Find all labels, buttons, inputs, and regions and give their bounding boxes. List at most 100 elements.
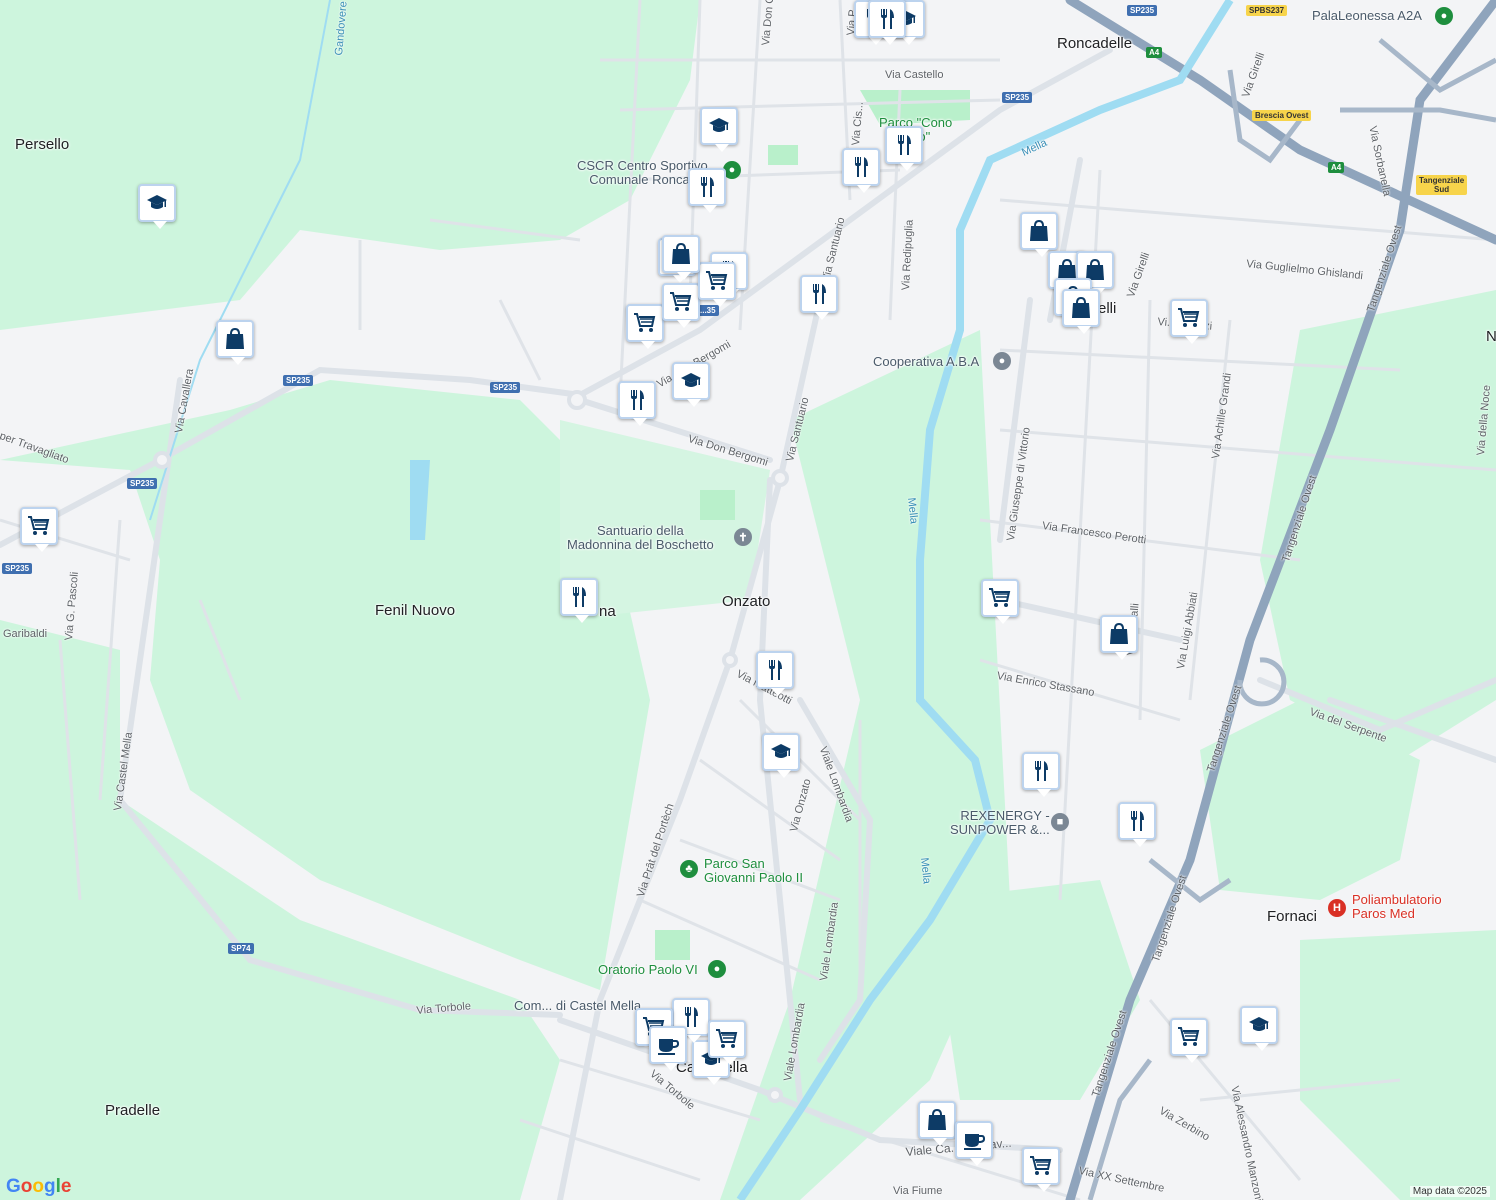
- restaurant-pin[interactable]: [618, 381, 656, 426]
- shopping-cart-icon: [633, 311, 657, 335]
- coffee-cup-pin[interactable]: [649, 1026, 687, 1071]
- restaurant-pin[interactable]: [1022, 752, 1060, 797]
- shopping-bag-pin[interactable]: [1100, 615, 1138, 660]
- place-label-fenil-nuovo: Fenil Nuovo: [375, 602, 456, 619]
- poi-label-palaleonessa[interactable]: PalaLeonessa A2A: [1312, 9, 1422, 23]
- education-icon: [145, 191, 169, 215]
- shopping-cart-icon: [1177, 306, 1201, 330]
- shopping-cart-pin[interactable]: [981, 579, 1019, 624]
- restaurant-icon: [1125, 809, 1149, 833]
- shopping-bag-icon: [1027, 219, 1051, 243]
- place-label-elli: elli: [1098, 300, 1117, 317]
- place-label-persello: Persello: [15, 136, 70, 153]
- street-label-via-castello: Via Castello: [885, 69, 944, 81]
- shopping-cart-pin[interactable]: [708, 1020, 746, 1065]
- google-logo: Google: [6, 1176, 72, 1197]
- map-attribution[interactable]: Map data ©2025: [1409, 1186, 1490, 1197]
- education-pin[interactable]: [672, 362, 710, 407]
- street-label-via-fiume: Via Fiume: [893, 1185, 943, 1197]
- place-label-roncadelle: Roncadelle: [1057, 35, 1133, 52]
- park-icon[interactable]: ♣: [680, 860, 698, 878]
- education-icon: [1247, 1013, 1271, 1037]
- road-shield-sp235: SP235: [1127, 5, 1158, 16]
- shopping-cart-icon: [27, 514, 51, 538]
- education-icon: [769, 740, 793, 764]
- oratorio-icon[interactable]: ●: [708, 960, 726, 978]
- restaurant-icon: [625, 388, 649, 412]
- road-shield-sp74: SP74: [228, 943, 254, 954]
- coffee-cup-icon: [962, 1128, 986, 1152]
- restaurant-icon: [807, 282, 831, 306]
- education-pin[interactable]: [762, 733, 800, 778]
- restaurant-icon: [875, 7, 899, 31]
- education-icon: [707, 114, 731, 138]
- arena-icon[interactable]: ●: [1435, 7, 1453, 25]
- road-shield-sp235: SP235: [490, 382, 521, 393]
- education-icon: [679, 369, 703, 393]
- shopping-cart-pin[interactable]: [626, 304, 664, 349]
- place-label-pradelle: Pradelle: [105, 1102, 161, 1119]
- poi-label-poliambulatorio[interactable]: Poliambulatorio Paros Med: [1352, 893, 1442, 921]
- shopping-cart-icon: [1029, 1154, 1053, 1178]
- restaurant-pin[interactable]: [560, 578, 598, 623]
- poi-label-comune[interactable]: Com... di Castel Mella: [514, 999, 641, 1013]
- church-icon[interactable]: ✝: [734, 528, 752, 546]
- road-shield-a4: A4: [1146, 47, 1163, 58]
- shopping-cart-icon: [988, 586, 1012, 610]
- shopping-cart-icon: [669, 290, 693, 314]
- road-shield-spbs237: SPBS237: [1246, 5, 1288, 16]
- place-label-n: N: [1486, 328, 1496, 345]
- hospital-icon[interactable]: H: [1328, 899, 1346, 917]
- shopping-cart-pin[interactable]: [1170, 1018, 1208, 1063]
- shopping-cart-pin[interactable]: [662, 283, 700, 328]
- restaurant-pin[interactable]: [842, 148, 880, 193]
- education-pin[interactable]: [138, 184, 176, 229]
- cooperative-icon[interactable]: ●: [993, 352, 1011, 370]
- restaurant-pin[interactable]: [885, 126, 923, 171]
- exit-label-tangenziale-sud: Tangenziale Sud: [1416, 175, 1468, 195]
- place-label-onzato: Onzato: [722, 593, 771, 610]
- restaurant-icon: [695, 175, 719, 199]
- restaurant-pin[interactable]: [800, 275, 838, 320]
- shopping-bag-pin[interactable]: [662, 235, 700, 280]
- restaurant-icon: [849, 155, 873, 179]
- coffee-cup-pin[interactable]: [955, 1121, 993, 1166]
- poi-label-oratorio[interactable]: Oratorio Paolo VI: [598, 963, 698, 977]
- restaurant-pin[interactable]: [756, 651, 794, 696]
- restaurant-icon: [1029, 759, 1053, 783]
- restaurant-icon: [567, 585, 591, 609]
- museum-icon[interactable]: ■: [1051, 813, 1069, 831]
- shopping-cart-pin[interactable]: [698, 262, 736, 307]
- river-label-mella-2: Mella: [905, 497, 920, 525]
- river-label-mella-3: Mella: [918, 857, 933, 885]
- restaurant-icon: [892, 133, 916, 157]
- shopping-cart-icon: [715, 1027, 739, 1051]
- shopping-cart-pin[interactable]: [20, 507, 58, 552]
- restaurant-pin[interactable]: [1118, 802, 1156, 847]
- shopping-bag-pin[interactable]: [1020, 212, 1058, 257]
- shopping-bag-icon: [669, 242, 693, 266]
- road-shield-sp235: SP235: [283, 375, 314, 386]
- shopping-bag-pin[interactable]: [918, 1101, 956, 1146]
- poi-label-rexenergy[interactable]: REXENERGY - SUNPOWER &...: [950, 809, 1050, 837]
- restaurant-pin[interactable]: [868, 0, 906, 45]
- exit-label-brescia-ovest: Brescia Ovest: [1252, 110, 1312, 121]
- map-canvas[interactable]: Persello Fenil Nuovo Pradelle Onzato Ron…: [0, 0, 1496, 1200]
- shopping-cart-icon: [705, 269, 729, 293]
- shopping-bag-pin[interactable]: [216, 320, 254, 365]
- shopping-cart-pin[interactable]: [1170, 299, 1208, 344]
- place-label-na: na: [599, 603, 616, 620]
- road-shield-a4: A4: [1328, 162, 1345, 173]
- shopping-cart-pin[interactable]: [1022, 1147, 1060, 1192]
- road-shield-sp235: SP235: [2, 563, 33, 574]
- education-pin[interactable]: [1240, 1006, 1278, 1051]
- poi-label-parco-sgp[interactable]: Parco San Giovanni Paolo II: [704, 857, 803, 885]
- restaurant-pin[interactable]: [688, 168, 726, 213]
- education-pin[interactable]: [700, 107, 738, 152]
- road-shield-sp235: SP235: [127, 478, 158, 489]
- restaurant-icon: [763, 658, 787, 682]
- poi-label-santuario[interactable]: Santuario della Madonnina del Boschetto: [567, 524, 714, 552]
- shopping-bag-pin[interactable]: [1062, 289, 1100, 334]
- place-label-fornaci: Fornaci: [1267, 908, 1318, 925]
- poi-label-cooperativa[interactable]: Cooperativa A.B.A: [873, 355, 979, 369]
